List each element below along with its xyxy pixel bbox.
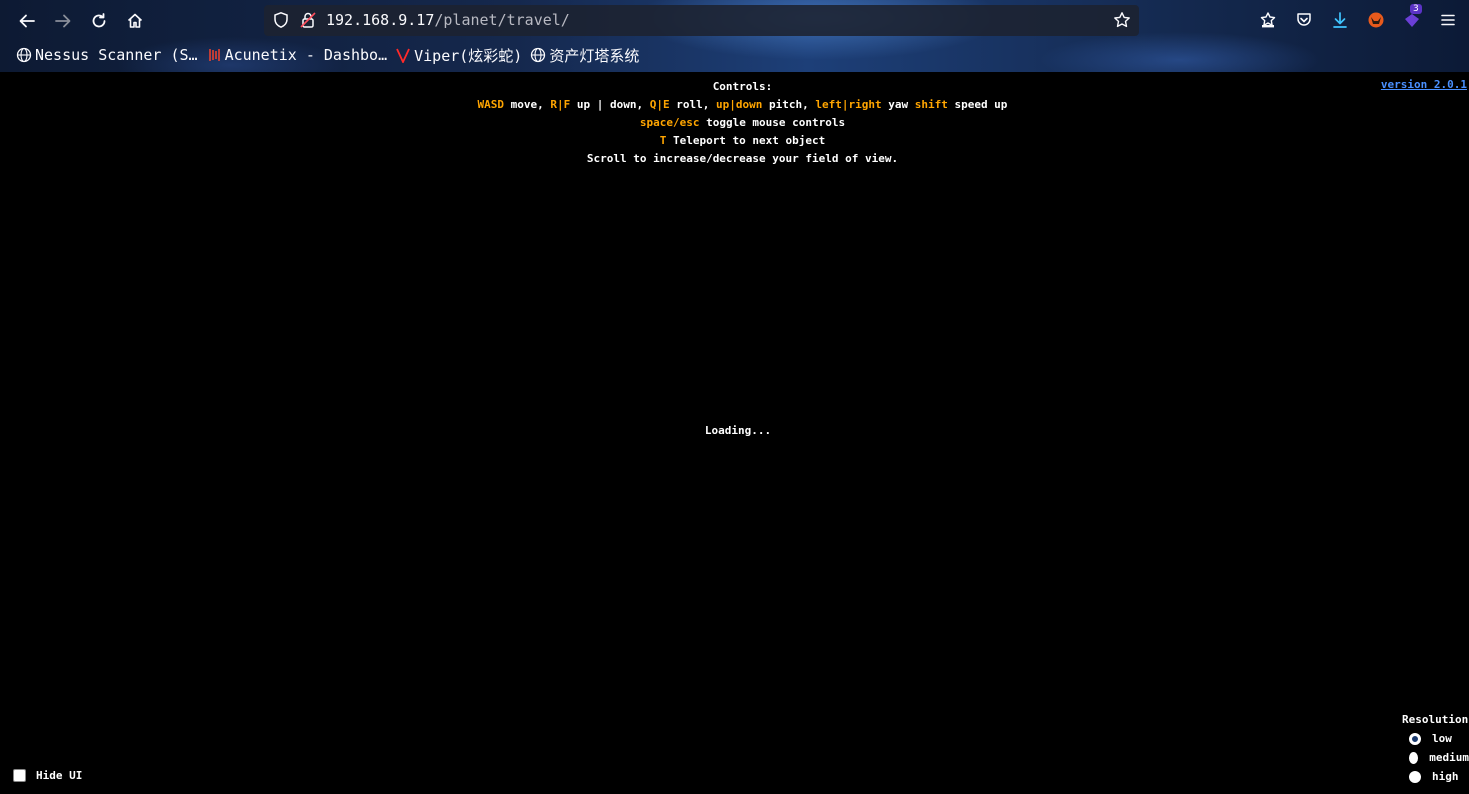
bookmark-asset-system[interactable]: 资产灯塔系统 — [530, 45, 639, 66]
arrow-left-icon — [19, 14, 35, 28]
key-hint: shift — [914, 98, 948, 111]
key-description: roll, — [669, 98, 716, 111]
key-hint: WASD — [477, 98, 505, 111]
puzzle-star-icon — [1260, 12, 1276, 28]
forward-button[interactable] — [48, 6, 78, 36]
resolution-title: Resolution — [1402, 713, 1469, 726]
resolution-selector: Resolution low medium high — [1402, 713, 1469, 786]
fox-extension-icon — [1368, 12, 1384, 28]
globe-icon — [16, 47, 32, 63]
key-description: speed up — [947, 98, 1008, 111]
url-path: /planet/travel/ — [434, 11, 570, 29]
key-description: up | down, — [570, 98, 650, 111]
controls-heading: Controls: — [712, 80, 773, 93]
key-description: move, — [504, 98, 551, 111]
key-hint: space/esc — [639, 116, 700, 129]
controls-line-teleport: T Teleport to next object — [0, 132, 1469, 150]
url-host: 192.168.9.17 — [326, 11, 435, 29]
extension-fox-button[interactable] — [1365, 9, 1387, 31]
extension-badge-button[interactable]: 3 — [1401, 4, 1423, 31]
back-button[interactable] — [12, 6, 42, 36]
planet-travel-page[interactable]: Controls: WASD move, R|F up | down, Q|E … — [0, 72, 1469, 794]
url-bar[interactable]: 192.168.9.17/planet/travel/ — [264, 5, 1139, 36]
acunetix-icon — [206, 47, 222, 63]
controls-line-mouse: space/esc toggle mouse controls — [0, 114, 1469, 132]
pocket-button[interactable] — [1293, 9, 1315, 31]
key-description: pitch, — [762, 98, 816, 111]
extensions-button[interactable] — [1257, 9, 1279, 31]
hamburger-menu-icon — [1441, 14, 1455, 26]
resolution-option-medium[interactable]: medium — [1402, 748, 1469, 767]
version-link[interactable]: version 2.0.1 — [1381, 78, 1467, 91]
download-icon — [1333, 12, 1347, 28]
url-text[interactable]: 192.168.9.17/planet/travel/ — [326, 11, 570, 29]
bookmark-label: Viper(炫彩蛇) — [414, 46, 523, 65]
insecure-lock-icon[interactable] — [299, 11, 317, 29]
controls-help: Controls: WASD move, R|F up | down, Q|E … — [0, 78, 1469, 168]
reload-icon — [92, 13, 106, 28]
arrow-right-icon — [55, 14, 71, 28]
extension-badge-count: 3 — [1410, 4, 1422, 14]
key-hint: up|down — [716, 98, 763, 111]
bookmark-nessus[interactable]: Nessus Scanner (S… — [16, 46, 198, 64]
resolution-option-label: low — [1432, 732, 1452, 745]
home-icon — [127, 13, 143, 28]
controls-line-movement: WASD move, R|F up | down, Q|E roll, up|d… — [0, 96, 1469, 114]
radio-button[interactable] — [1409, 732, 1421, 745]
key-hint: left|right — [815, 98, 882, 111]
resolution-option-high[interactable]: high — [1402, 767, 1469, 786]
bookmarks-bar: Nessus Scanner (S… Acunetix - Dashbo… Vi… — [16, 44, 647, 66]
bookmark-viper[interactable]: Viper(炫彩蛇) — [395, 45, 522, 66]
bookmark-star-icon[interactable] — [1113, 11, 1131, 29]
globe-icon — [530, 47, 546, 63]
menu-button[interactable] — [1437, 9, 1459, 31]
key-description: yaw — [881, 98, 915, 111]
hide-ui-label: Hide UI — [36, 769, 83, 782]
hide-ui-toggle[interactable]: Hide UI — [13, 769, 82, 782]
reload-button[interactable] — [84, 6, 114, 36]
viper-icon — [395, 47, 411, 63]
hide-ui-checkbox[interactable] — [13, 769, 26, 782]
radio-button[interactable] — [1409, 751, 1419, 764]
bookmark-label: Acunetix - Dashbo… — [224, 46, 388, 64]
downloads-button[interactable] — [1329, 9, 1351, 31]
browser-toolbar: 192.168.9.17/planet/travel/ 3 Nessus Sca… — [0, 0, 1469, 72]
bookmark-label: 资产灯塔系统 — [549, 46, 640, 65]
loading-text: Loading... — [704, 424, 772, 437]
radio-button[interactable] — [1409, 770, 1421, 783]
resolution-option-low[interactable]: low — [1402, 729, 1469, 748]
controls-line-scroll: Scroll to increase/decrease your field o… — [586, 152, 899, 165]
bookmark-acunetix[interactable]: Acunetix - Dashbo… — [206, 46, 388, 64]
key-hint: Q|E — [649, 98, 670, 111]
key-description: Teleport to next object — [666, 134, 826, 147]
key-description: toggle mouse controls — [699, 116, 846, 129]
resolution-option-label: high — [1432, 770, 1459, 783]
pocket-icon — [1297, 13, 1311, 26]
resolution-option-label: medium — [1429, 751, 1469, 764]
home-button[interactable] — [120, 6, 150, 36]
shield-icon[interactable] — [272, 11, 290, 29]
key-hint: R|F — [550, 98, 571, 111]
bookmark-label: Nessus Scanner (S… — [35, 46, 198, 64]
